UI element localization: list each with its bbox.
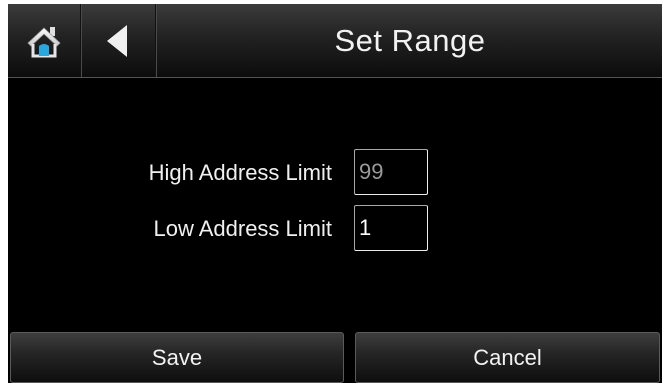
back-arrow-icon — [107, 24, 127, 57]
home-icon — [27, 26, 61, 57]
low-address-label: Low Address Limit — [153, 216, 332, 241]
high-address-label: High Address Limit — [148, 160, 332, 185]
low-address-field[interactable] — [354, 205, 428, 251]
page-title: Set Range — [334, 22, 486, 58]
high-address-field[interactable] — [354, 149, 428, 195]
low-address-row: Low Address Limit — [8, 205, 662, 253]
back-button[interactable] — [81, 4, 156, 77]
screen: Set Range High Address Limit Low Address… — [8, 4, 662, 383]
home-button[interactable] — [8, 4, 81, 77]
high-address-row: High Address Limit — [8, 149, 662, 197]
header-bar: Set Range — [8, 4, 662, 78]
cancel-button[interactable]: Cancel — [355, 332, 660, 383]
save-button[interactable]: Save — [10, 332, 344, 383]
